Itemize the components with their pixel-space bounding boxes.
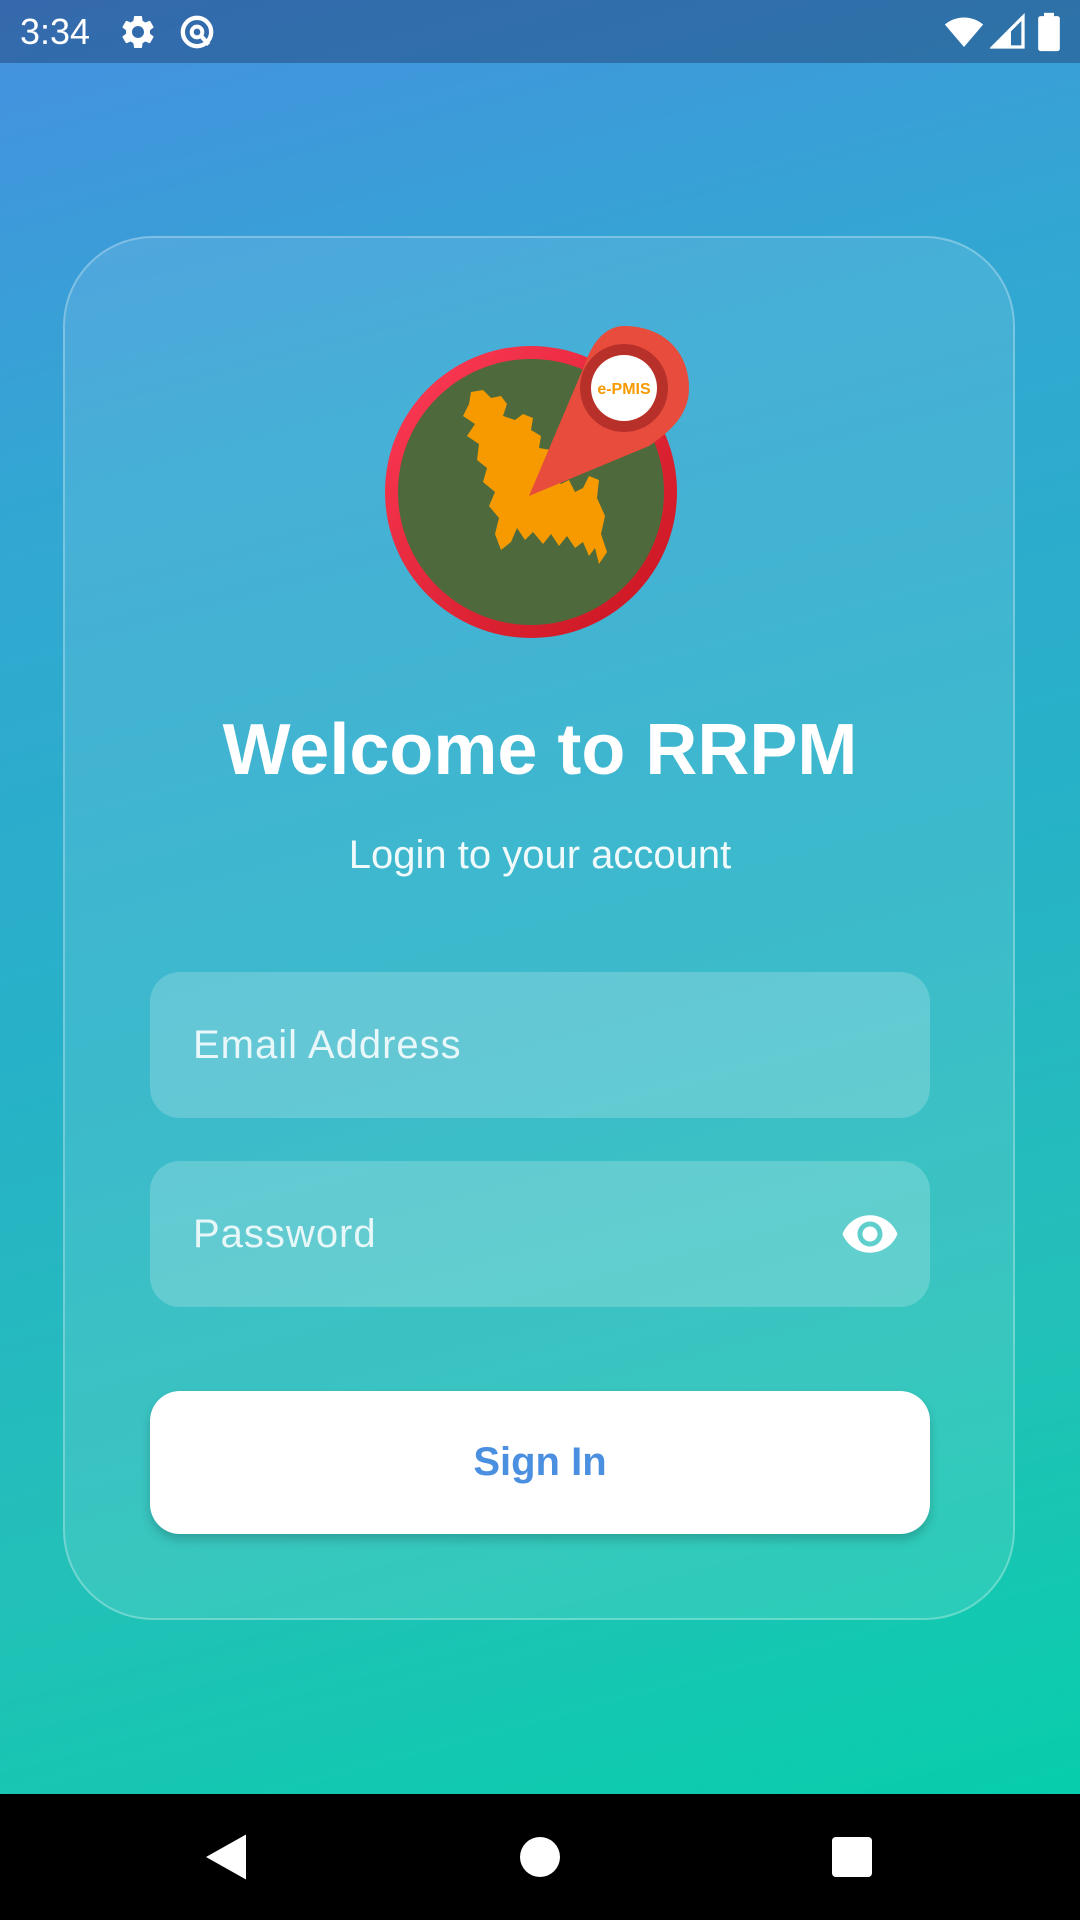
status-time: 3:34 bbox=[20, 11, 91, 52]
page-subtitle: Login to your account bbox=[348, 833, 732, 877]
battery-icon bbox=[1038, 12, 1060, 52]
password-input[interactable] bbox=[193, 1161, 833, 1307]
eye-icon[interactable] bbox=[840, 1204, 900, 1264]
password-field-container[interactable] bbox=[150, 1161, 930, 1307]
logo-badge-text: e-PMIS bbox=[597, 381, 651, 398]
email-input[interactable] bbox=[193, 972, 833, 1118]
email-field-container[interactable] bbox=[150, 972, 930, 1118]
wifi-icon bbox=[944, 17, 984, 47]
recents-icon[interactable] bbox=[822, 1827, 882, 1887]
back-icon[interactable] bbox=[196, 1827, 256, 1887]
data-saver-icon bbox=[180, 15, 214, 49]
home-icon[interactable] bbox=[510, 1827, 570, 1887]
signal-icon bbox=[990, 13, 1025, 49]
login-screen: 3:34 e-PMIS Welcome to RRPM Login to you… bbox=[0, 0, 1080, 1920]
sign-in-button[interactable]: Sign In bbox=[150, 1391, 930, 1534]
app-logo: e-PMIS bbox=[385, 326, 689, 638]
navigation-bar bbox=[0, 1794, 1080, 1920]
page-title: Welcome to RRPM bbox=[222, 710, 858, 790]
status-bar: 3:34 bbox=[0, 0, 1080, 63]
settings-icon bbox=[122, 15, 154, 48]
